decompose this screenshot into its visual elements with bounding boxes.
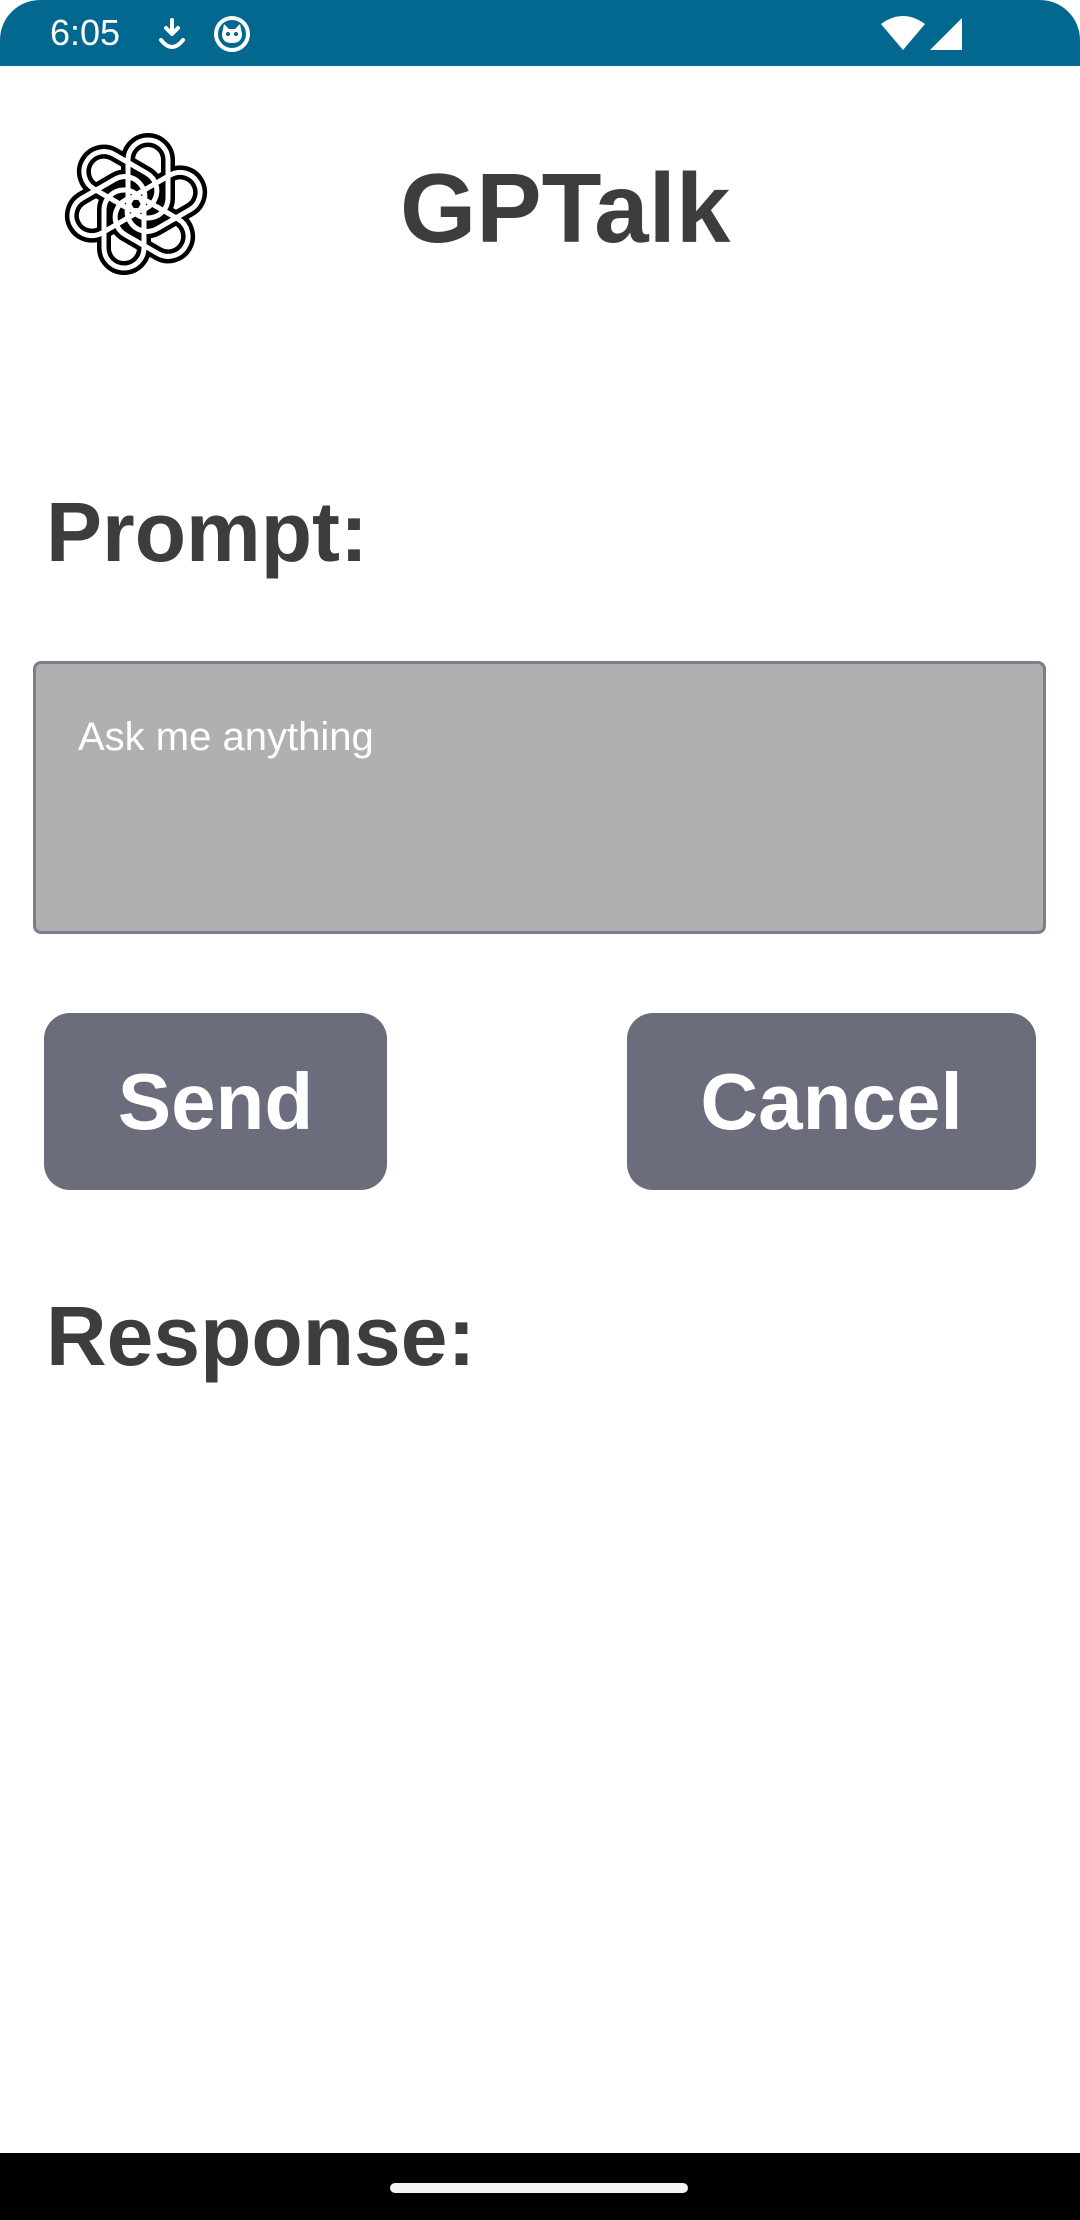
home-gesture-handle[interactable]	[390, 2183, 688, 2193]
navigation-bar	[0, 2153, 1080, 2220]
prompt-label: Prompt:	[46, 485, 368, 579]
download-notification-icon	[152, 14, 192, 54]
send-button[interactable]: Send	[44, 1013, 387, 1190]
wifi-icon	[880, 14, 926, 54]
app-title: GPTalk	[400, 153, 731, 263]
app-screen: 6:05 GPTalk Prompt: Ask me anything Send…	[0, 0, 1080, 2220]
prompt-input[interactable]	[33, 661, 1046, 934]
response-label: Response:	[46, 1289, 476, 1383]
status-bar: 6:05	[0, 0, 1080, 66]
cancel-button[interactable]: Cancel	[627, 1013, 1036, 1190]
openai-logo-icon	[60, 128, 212, 280]
cat-face-notification-icon	[212, 14, 252, 54]
status-time: 6:05	[50, 12, 121, 53]
cellular-signal-icon	[928, 14, 964, 54]
